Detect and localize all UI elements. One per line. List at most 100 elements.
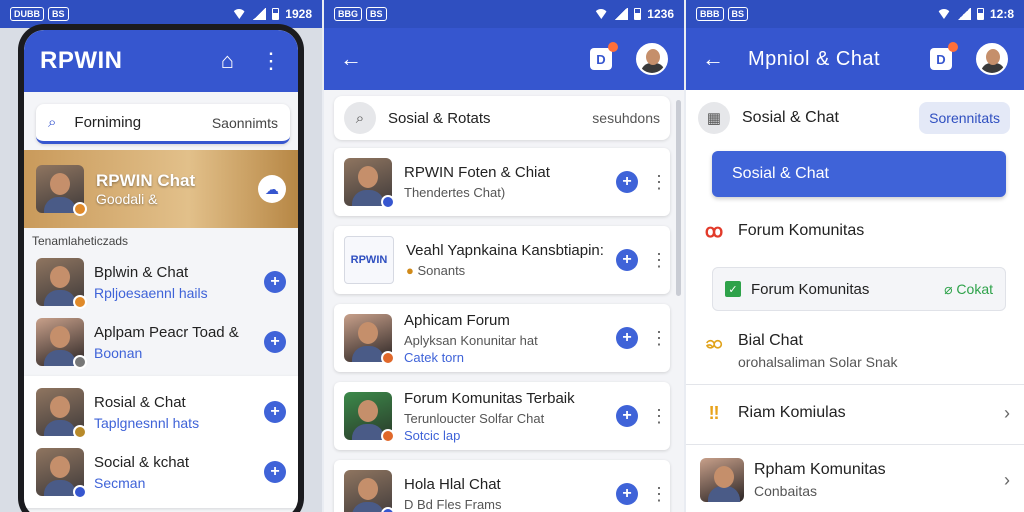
badge-dot bbox=[948, 42, 958, 52]
search-bar[interactable]: ⌕ Forniming Saonnimts bbox=[36, 104, 290, 144]
status-bar: BBB BS 12:8 bbox=[686, 0, 1024, 28]
more-vert-icon[interactable]: ⋮ bbox=[260, 48, 282, 74]
item-title: Forum Komunitas bbox=[738, 222, 865, 239]
featured-banner[interactable]: RPWIN Chat Goodali & ☁ bbox=[24, 150, 298, 228]
list-item[interactable]: ꝏ Forum Komunitas bbox=[700, 220, 1010, 242]
item-subtitle: Terunloucter Solfar Chat bbox=[404, 410, 545, 426]
chevron-right-icon[interactable]: › bbox=[1004, 470, 1010, 491]
list-item[interactable]: Aphicam Forum Aplyksan Konunitar hat Cat… bbox=[334, 304, 670, 372]
avatar bbox=[700, 458, 744, 502]
avatar bbox=[344, 314, 395, 365]
forum-list: RPWIN Foten & Chiat Thendertes Chat) + ⋮… bbox=[334, 148, 670, 512]
list-item[interactable]: RPWIN Veahl Yapnkaina Kansbtiapin: ● Son… bbox=[334, 226, 670, 294]
add-icon[interactable]: + bbox=[616, 483, 638, 505]
avatar bbox=[36, 318, 87, 369]
item-subtitle-2: Catek torn bbox=[404, 349, 464, 365]
phone-frame: RPWIN ⌂ ⋮ ⌕ Forniming Saonnimts RPWIN Ch… bbox=[18, 24, 304, 512]
item-title: Hola Hlal Chat bbox=[404, 476, 501, 493]
add-icon[interactable]: + bbox=[264, 461, 286, 483]
wifi-icon bbox=[232, 9, 247, 19]
list-item-highlighted[interactable]: ✓ Forum Komunitas ⌀ Cokat bbox=[712, 267, 1006, 311]
status-pill: BS bbox=[48, 7, 69, 21]
item-subtitle-2: Sotcic lap bbox=[404, 427, 461, 443]
selected-item[interactable]: Sosial & Chat bbox=[712, 151, 1006, 197]
divider bbox=[686, 444, 1024, 445]
chat-logo-icon: ဆ bbox=[705, 331, 723, 352]
battery-icon bbox=[634, 8, 642, 20]
panel-1: DUBB BS 1928 RPWIN ⌂ ⋮ ⌕ Forniming Saonn… bbox=[0, 0, 322, 512]
list-item[interactable]: Forum Komunitas Terbaik Terunloucter Sol… bbox=[334, 382, 670, 450]
add-icon[interactable]: + bbox=[616, 171, 638, 193]
add-icon[interactable]: + bbox=[264, 271, 286, 293]
add-icon[interactable]: + bbox=[616, 249, 638, 271]
status-pill: BBG bbox=[334, 7, 362, 21]
item-title: Riam Komiulas bbox=[738, 404, 846, 421]
more-vert-icon[interactable]: ⋮ bbox=[650, 250, 668, 271]
item-subtitle: ● Sonants bbox=[406, 263, 604, 278]
profile-avatar[interactable] bbox=[976, 43, 1008, 75]
battery-icon bbox=[976, 8, 984, 20]
avatar bbox=[36, 165, 87, 216]
chat-list: Bplwin & Chat Rpljoesaennl hails + Aplpa… bbox=[24, 252, 298, 512]
add-icon[interactable]: + bbox=[616, 327, 638, 349]
home-icon[interactable]: ⌂ bbox=[221, 48, 234, 74]
list-item[interactable]: Aplpam Peacr Toad & Boonan + bbox=[24, 312, 298, 372]
list-item[interactable]: Bplwin & Chat Rpljoesaennl hails + bbox=[24, 252, 298, 312]
badge-dot bbox=[608, 42, 618, 52]
list-item[interactable]: Social & kchat Secman + bbox=[24, 442, 298, 502]
status-time: 1928 bbox=[285, 7, 312, 21]
item-subtitle: Aplyksan Konunitar hat bbox=[404, 332, 538, 348]
grid-icon: ▦ bbox=[698, 102, 730, 134]
notification-icon[interactable]: D bbox=[590, 42, 618, 70]
list-item[interactable]: RPWIN Foten & Chiat Thendertes Chat) + ⋮ bbox=[334, 148, 670, 216]
status-action-text: Cokat bbox=[956, 280, 993, 297]
list-item[interactable]: ဆ Bial Chat orohalsaliman Solar Snak bbox=[700, 331, 1010, 371]
add-icon[interactable]: + bbox=[616, 405, 638, 427]
list-item[interactable]: ‼ Riam Komiulas › bbox=[700, 402, 1010, 424]
item-title: RPWIN Foten & Chiat bbox=[404, 164, 550, 181]
signal-icon bbox=[614, 8, 629, 20]
more-vert-icon[interactable]: ⋮ bbox=[650, 484, 668, 505]
avatar bbox=[344, 392, 395, 443]
avatar bbox=[36, 388, 87, 439]
wifi-icon bbox=[936, 9, 951, 19]
status-action[interactable]: ⌀ Cokat bbox=[944, 281, 993, 298]
scrollbar[interactable] bbox=[676, 100, 681, 296]
brand-logo-icon: ‼ bbox=[708, 402, 720, 423]
item-title: Bial Chat bbox=[738, 332, 803, 349]
wifi-icon bbox=[594, 9, 609, 19]
app-bar: RPWIN ⌂ ⋮ bbox=[24, 30, 298, 92]
more-vert-icon[interactable]: ⋮ bbox=[650, 172, 668, 193]
section-label: Tenamlaheticzads bbox=[32, 234, 129, 248]
chevron-right-icon[interactable]: › bbox=[1004, 403, 1010, 424]
panel-3: BBB BS 12:8 ← Mpniol & Chat D ▦ Sosial &… bbox=[686, 0, 1024, 512]
coin-icon: ● bbox=[406, 263, 414, 278]
avatar bbox=[344, 158, 395, 209]
search-bar[interactable]: ⌕ Sosial & Rotats sesuhdons bbox=[334, 96, 670, 140]
back-arrow-icon[interactable]: ← bbox=[340, 46, 362, 72]
filter-chip[interactable]: Sorennitats bbox=[919, 102, 1010, 134]
forum-logo: RPWIN bbox=[344, 236, 394, 284]
item-subtitle: Boonan bbox=[94, 344, 143, 361]
more-vert-icon[interactable]: ⋮ bbox=[650, 406, 668, 427]
panel-2: BBG BS 1236 ← D ⌕ Sosial & Rotats sesuhd… bbox=[324, 0, 684, 512]
category-header: ▦ Sosial & Chat Sorennitats bbox=[698, 96, 1010, 140]
list-item[interactable]: Rpham Komunitas Conbaitas › bbox=[700, 458, 1010, 502]
chat-icon[interactable]: ☁ bbox=[258, 175, 286, 203]
list-item[interactable]: Hola Hlal Chat D Bd Fles Frams + ⋮ bbox=[334, 460, 670, 512]
search-label: Forniming bbox=[74, 114, 142, 131]
notification-icon[interactable]: D bbox=[930, 42, 958, 70]
avatar bbox=[344, 470, 395, 512]
list-item[interactable]: Rosial & Chat Taplgnesnnl hats + bbox=[24, 382, 298, 442]
signal-icon bbox=[252, 8, 267, 20]
add-icon[interactable]: + bbox=[264, 331, 286, 353]
status-pill: BS bbox=[727, 7, 749, 21]
item-subtitle: Thendertes Chat) bbox=[404, 185, 506, 200]
item-subtitle: Rpljoesaennl hails bbox=[94, 284, 208, 301]
profile-avatar[interactable] bbox=[636, 43, 668, 75]
more-vert-icon[interactable]: ⋮ bbox=[650, 328, 668, 349]
back-arrow-icon[interactable]: ← bbox=[702, 46, 724, 72]
add-icon[interactable]: + bbox=[264, 401, 286, 423]
app-bar: ← Mpniol & Chat D bbox=[686, 28, 1024, 90]
item-subtitle: D Bd Fles Frams bbox=[404, 497, 502, 512]
